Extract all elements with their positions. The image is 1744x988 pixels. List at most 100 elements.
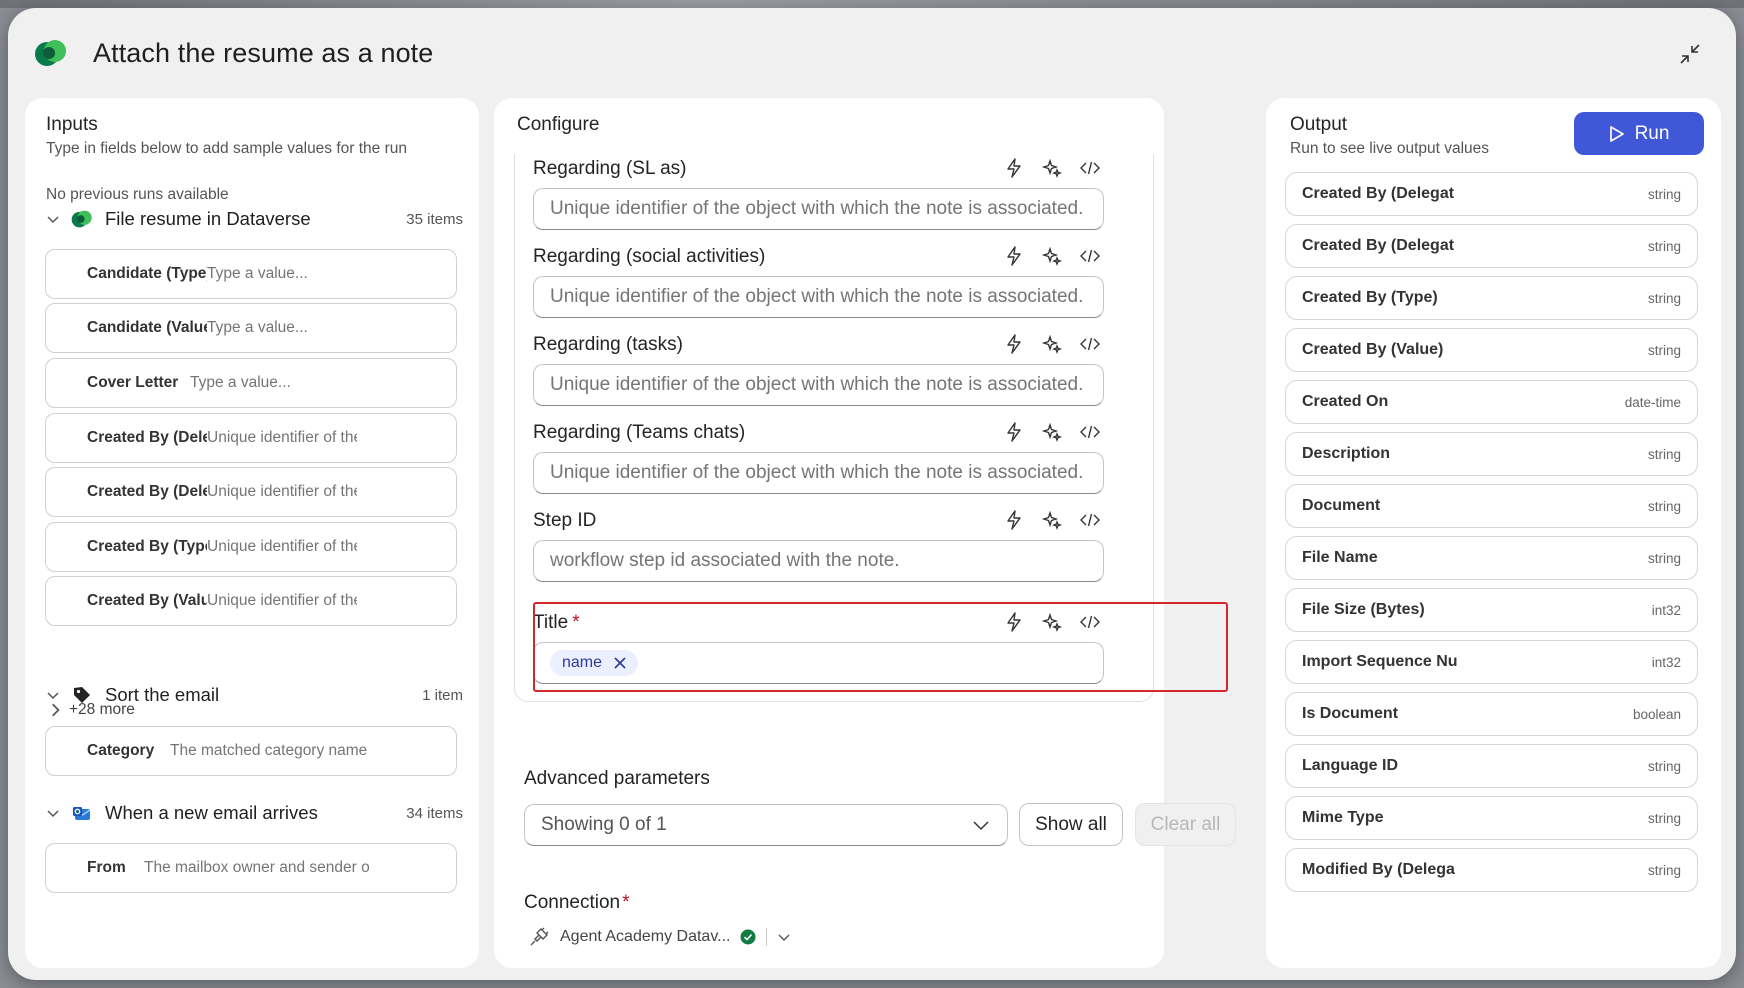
group-file-resume[interactable]: File resume in Dataverse 35 items — [43, 204, 463, 234]
code-icon — [1080, 513, 1100, 527]
candidate-type-input[interactable] — [207, 265, 357, 283]
copilot-suggest-button[interactable] — [1038, 608, 1066, 636]
field-actions — [1000, 154, 1104, 182]
insert-dynamic-content-button[interactable] — [1000, 242, 1028, 270]
group-name: Sort the email — [105, 684, 220, 705]
expression-editor-button[interactable] — [1076, 418, 1104, 446]
copilot-suggest-button[interactable] — [1038, 154, 1066, 182]
output-name: Description — [1302, 445, 1391, 462]
expression-editor-button[interactable] — [1076, 330, 1104, 358]
copilot-suggest-button[interactable] — [1038, 506, 1066, 534]
dynamic-content-token[interactable]: name — [550, 650, 639, 676]
output-item[interactable]: Modified By (Delega string — [1285, 848, 1698, 892]
field-label: Regarding (social activities) — [533, 246, 766, 267]
inputs-panel: Inputs Type in fields below to add sampl… — [25, 98, 479, 968]
remove-token-button[interactable] — [612, 655, 628, 671]
regarding-tasks-textbox[interactable] — [550, 374, 1100, 396]
regarding-tasks-input[interactable] — [533, 364, 1104, 406]
output-item[interactable]: Created By (Type) string — [1285, 276, 1698, 320]
divider — [766, 928, 768, 946]
output-item[interactable]: Created On date-time — [1285, 380, 1698, 424]
inputs-heading: Inputs — [46, 114, 98, 135]
show-all-button[interactable]: Show all — [1019, 803, 1123, 846]
output-type: string — [1647, 446, 1681, 462]
output-name: Created By (Type) — [1302, 289, 1438, 306]
insert-dynamic-content-button[interactable] — [1000, 418, 1028, 446]
output-type: string — [1647, 342, 1681, 358]
output-item[interactable]: File Name string — [1285, 536, 1698, 580]
output-name: Created By (Delegat — [1302, 185, 1455, 202]
lightning-icon — [1007, 510, 1021, 530]
output-item[interactable]: Created By (Delegat string — [1285, 224, 1698, 268]
copilot-suggest-button[interactable] — [1038, 418, 1066, 446]
output-type: string — [1647, 550, 1681, 566]
expression-editor-button[interactable] — [1076, 608, 1104, 636]
connection-selector[interactable]: Agent Academy Datav... — [528, 926, 791, 948]
output-type: int32 — [1651, 602, 1681, 618]
output-item[interactable]: Language ID string — [1285, 744, 1698, 788]
created-by-value-input[interactable] — [207, 592, 357, 610]
run-button[interactable]: Run — [1574, 112, 1704, 155]
output-type: int32 — [1651, 654, 1681, 670]
copilot-suggest-button[interactable] — [1038, 330, 1066, 358]
output-item[interactable]: Import Sequence Nu int32 — [1285, 640, 1698, 684]
input-category: Category — [45, 726, 457, 776]
regarding-sl-as-input[interactable] — [533, 188, 1104, 230]
regarding-social-activities-textbox[interactable] — [550, 286, 1100, 308]
step-id-input[interactable] — [533, 540, 1104, 582]
regarding-sl-as-textbox[interactable] — [550, 198, 1100, 220]
close-icon — [614, 657, 626, 669]
regarding-teams-chats-textbox[interactable] — [550, 462, 1100, 484]
insert-dynamic-content-button[interactable] — [1000, 330, 1028, 358]
created-by-delegate-input[interactable] — [207, 429, 357, 447]
code-icon — [1080, 337, 1100, 351]
candidate-value-input[interactable] — [207, 319, 357, 337]
field-label: Created By (Dele — [87, 429, 207, 446]
field-label: Regarding (Teams chats) — [533, 422, 746, 443]
chevron-down-icon — [973, 821, 989, 831]
expression-editor-button[interactable] — [1076, 154, 1104, 182]
insert-dynamic-content-button[interactable] — [1000, 154, 1028, 182]
minimize-button[interactable] — [1672, 36, 1708, 72]
insert-dynamic-content-button[interactable] — [1000, 608, 1028, 636]
field-actions — [1000, 506, 1104, 534]
output-item[interactable]: Is Document boolean — [1285, 692, 1698, 736]
from-input[interactable] — [144, 859, 374, 877]
advanced-parameters-dropdown[interactable]: Showing 0 of 1 — [524, 804, 1008, 846]
plug-icon — [530, 927, 549, 946]
insert-dynamic-content-button[interactable] — [1000, 506, 1028, 534]
lightning-icon — [1007, 334, 1021, 354]
group-sort-email[interactable]: Sort the email 1 item — [43, 680, 463, 710]
group-name: When a new email arrives — [105, 802, 318, 823]
required-mark: * — [622, 892, 630, 913]
output-item[interactable]: Created By (Value) string — [1285, 328, 1698, 372]
output-item[interactable]: Mime Type string — [1285, 796, 1698, 840]
output-type: string — [1647, 758, 1681, 774]
cover-letter-input[interactable] — [190, 374, 350, 392]
output-name: Created By (Value) — [1302, 341, 1444, 358]
input-cover-letter: Cover Letter — [45, 358, 457, 408]
output-item[interactable]: Created By (Delegat string — [1285, 172, 1698, 216]
expression-editor-button[interactable] — [1076, 506, 1104, 534]
regarding-teams-chats-input[interactable] — [533, 452, 1104, 494]
copilot-suggest-button[interactable] — [1038, 242, 1066, 270]
output-heading: Output — [1290, 114, 1348, 135]
group-new-email[interactable]: When a new email arrives 34 items — [43, 798, 463, 828]
regarding-social-activities-input[interactable] — [533, 276, 1104, 318]
field-actions — [1000, 242, 1104, 270]
output-item[interactable]: File Size (Bytes) int32 — [1285, 588, 1698, 632]
title-input[interactable]: name — [533, 642, 1104, 684]
expression-editor-button[interactable] — [1076, 242, 1104, 270]
created-by-type-input[interactable] — [207, 538, 357, 556]
connection-label: Connection * — [524, 892, 630, 914]
sparkle-icon — [1042, 158, 1062, 178]
step-id-textbox[interactable] — [550, 550, 1100, 572]
output-type: string — [1647, 238, 1681, 254]
output-name: Modified By (Delega — [1302, 861, 1455, 878]
run-label: Run — [1634, 122, 1670, 144]
output-item[interactable]: Document string — [1285, 484, 1698, 528]
output-item[interactable]: Description string — [1285, 432, 1698, 476]
created-by-delegate-input[interactable] — [207, 483, 357, 501]
category-input[interactable] — [170, 742, 370, 760]
field-label: Created By (Dele — [87, 483, 207, 500]
